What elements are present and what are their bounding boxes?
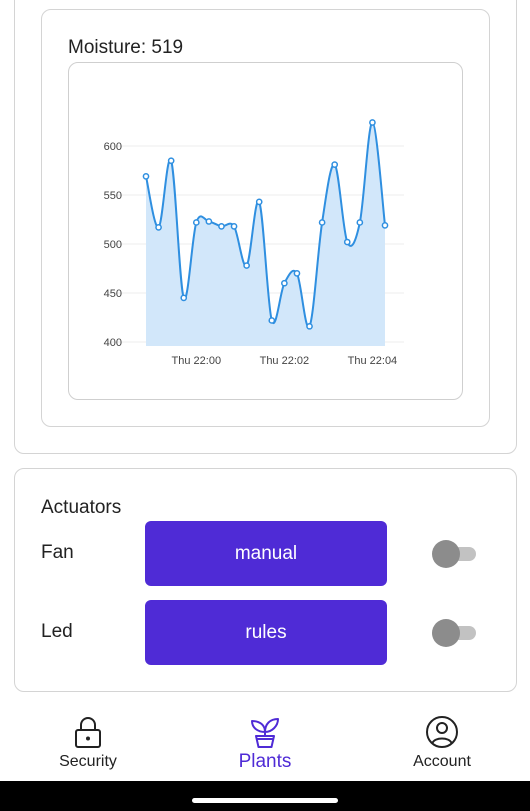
fan-label: Fan (41, 542, 74, 563)
data-point[interactable] (281, 279, 288, 287)
lock-icon (75, 717, 101, 748)
data-point[interactable] (343, 238, 351, 246)
bottom-navigation: Security Plants Account (0, 705, 530, 781)
actuators-title: Actuators (41, 497, 122, 518)
moisture-reading: Moisture: 519 (68, 37, 184, 58)
y-tick-label: 550 (104, 190, 122, 202)
data-point[interactable] (180, 294, 188, 302)
led-label: Led (41, 621, 73, 642)
led-toggle[interactable] (432, 619, 476, 647)
led-mode-button[interactable]: rules (145, 600, 387, 665)
data-point[interactable] (218, 223, 225, 230)
data-point[interactable] (155, 223, 162, 231)
x-tick-label: Thu 22:02 (260, 355, 310, 367)
nav-security[interactable]: Security (13, 705, 163, 781)
data-point[interactable] (268, 317, 276, 324)
fan-toggle-thumb (432, 540, 460, 568)
data-point[interactable] (318, 219, 326, 226)
data-point[interactable] (306, 322, 313, 330)
data-point[interactable] (356, 219, 364, 226)
data-point[interactable] (381, 222, 389, 229)
data-point[interactable] (142, 173, 150, 180)
y-tick-label: 500 (104, 239, 122, 251)
nav-security-label: Security (59, 753, 117, 770)
plant-icon (251, 718, 279, 748)
account-icon (426, 716, 458, 748)
moisture-chart: 600 550 500 450 400 Thu 22:00 Thu 22:02 Thu 22… (104, 119, 404, 367)
data-point[interactable] (192, 219, 200, 226)
nav-plants-label: Plants (238, 751, 292, 772)
data-point[interactable] (230, 223, 238, 230)
x-tick-label: Thu 22:04 (348, 355, 398, 367)
x-tick-label: Thu 22:00 (172, 355, 222, 367)
fan-toggle[interactable] (432, 540, 476, 568)
y-tick-label: 450 (104, 288, 122, 300)
nav-account-label: Account (413, 753, 471, 770)
data-point[interactable] (205, 218, 213, 225)
nav-account[interactable]: Account (367, 705, 517, 781)
data-point[interactable] (331, 161, 339, 168)
system-navigation-bar (0, 781, 530, 811)
data-point[interactable] (369, 119, 376, 126)
nav-plants[interactable]: Plants (190, 705, 340, 781)
y-tick-label: 400 (104, 337, 122, 349)
series-area (146, 122, 385, 346)
home-indicator[interactable] (192, 798, 338, 803)
data-point[interactable] (243, 262, 250, 269)
data-point[interactable] (293, 270, 301, 277)
moisture-chart-frame: 600 550 500 450 400 Thu 22:00 Thu 22:02 Thu 22… (68, 62, 463, 400)
led-toggle-thumb (432, 619, 460, 647)
data-point[interactable] (255, 198, 263, 206)
data-point[interactable] (167, 157, 175, 165)
fan-mode-button[interactable]: manual (145, 521, 387, 586)
y-tick-label: 600 (104, 141, 122, 153)
